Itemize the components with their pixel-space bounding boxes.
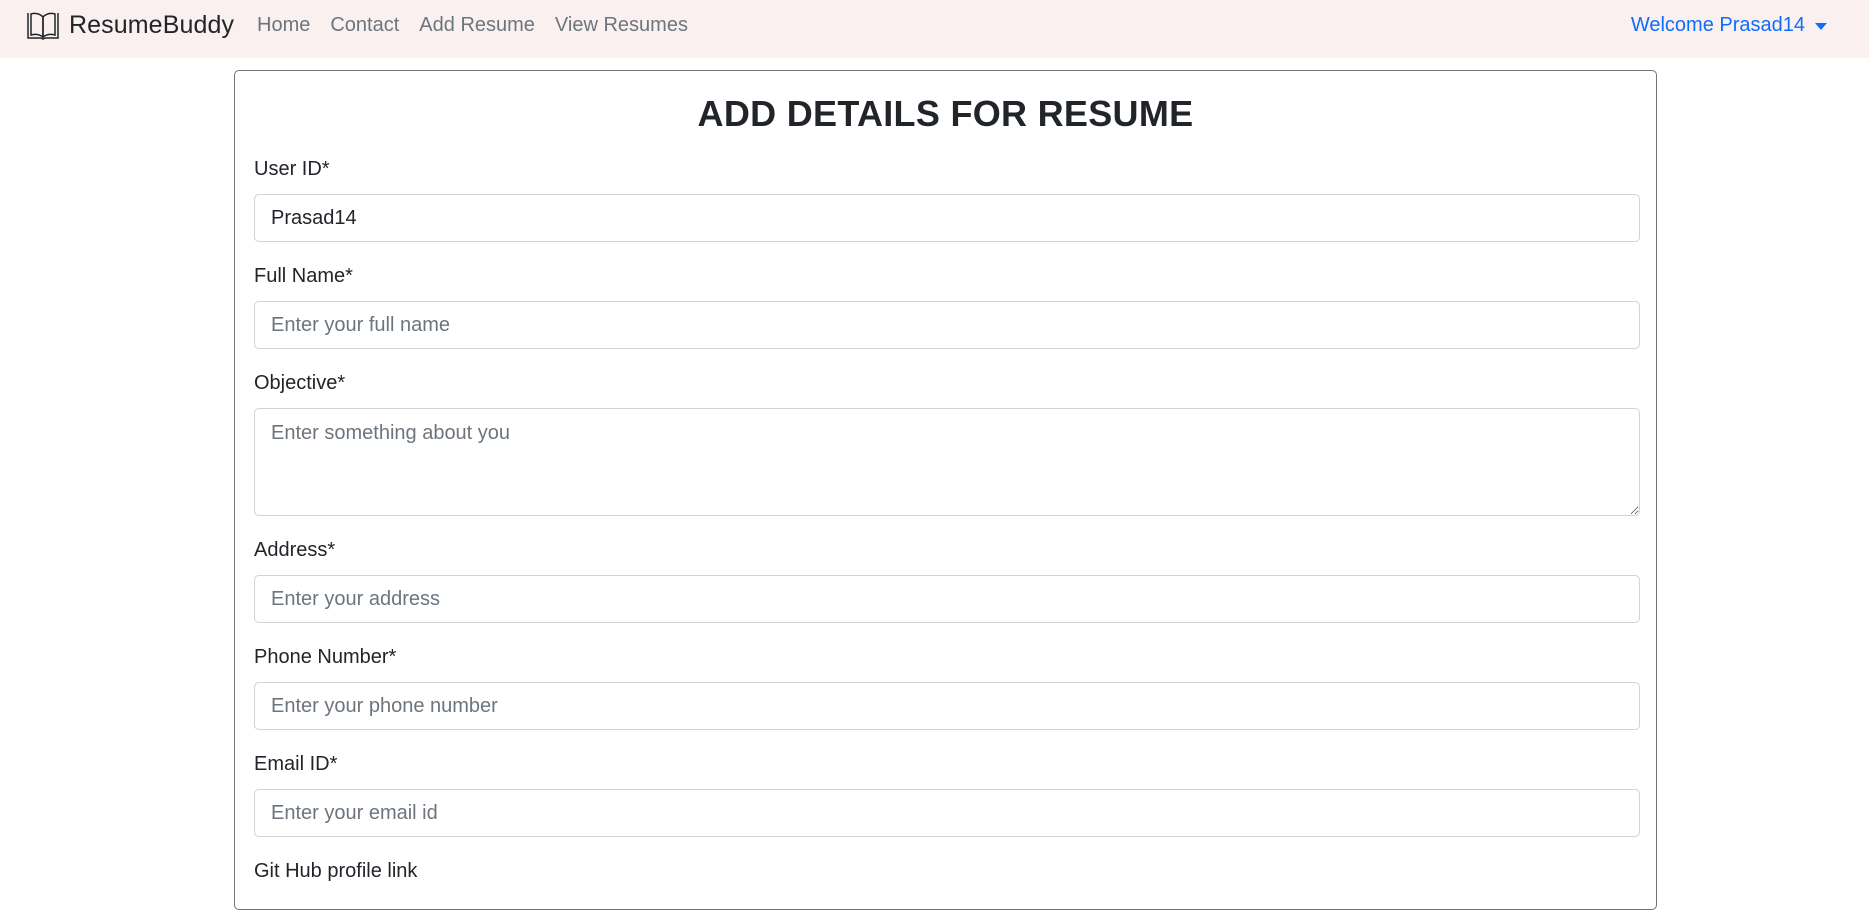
objective-label: Objective* [254,372,346,394]
objective-field[interactable] [254,408,1640,516]
full-name-label: Full Name* [254,265,353,287]
nav-add-resume-link[interactable]: Add Resume [419,13,535,37]
user-dropdown[interactable]: Welcome Prasad14 [1631,13,1827,37]
brand-link[interactable]: ResumeBuddy [26,9,234,41]
phone-field[interactable] [254,682,1640,730]
phone-label: Phone Number* [254,646,397,668]
nav-view-resumes-link[interactable]: View Resumes [555,13,688,37]
brand-name: ResumeBuddy [69,10,235,39]
user-welcome-text: Welcome Prasad14 [1630,14,1805,36]
resume-form-card: ADD DETAILS FOR RESUME User ID* Full Nam… [234,70,1657,910]
full-name-field[interactable] [254,301,1640,349]
email-label: Email ID* [254,753,338,775]
nav-home-link[interactable]: Home [257,13,310,37]
nav-contact-link[interactable]: Contact [330,13,399,37]
user-id-label: User ID* [254,158,330,180]
address-field[interactable] [254,575,1640,623]
github-label: Git Hub profile link [254,860,418,882]
top-navbar: ResumeBuddy Home Contact Add Resume View… [0,0,1869,58]
address-label: Address* [254,539,336,561]
nav-links: Home Contact Add Resume View Resumes [257,13,708,37]
email-field[interactable] [254,789,1640,837]
open-book-icon [27,12,59,40]
caret-down-icon [1815,22,1827,30]
form-title: ADD DETAILS FOR RESUME [697,93,1194,134]
user-id-field[interactable] [254,194,1640,242]
